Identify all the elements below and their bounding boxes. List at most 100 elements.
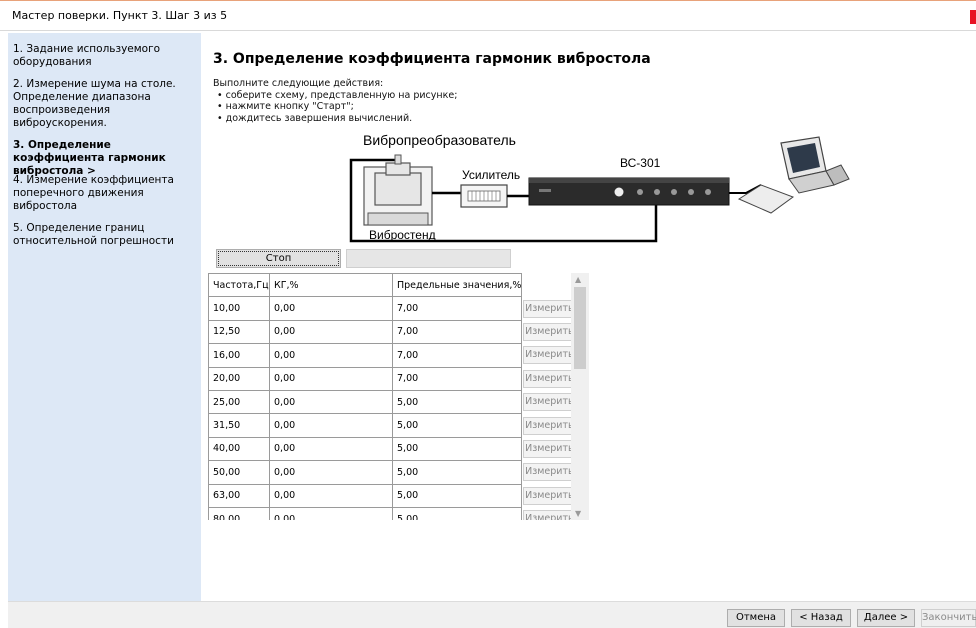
table-row: 80,00 0,00 5,00 Измерить [208,506,577,520]
cell-action: Измерить [522,461,577,484]
step-2: 2. Измерение шума на столе. Определение … [13,78,176,129]
cell-kg: 0,00 [269,343,393,368]
cell-limit: 7,00 [391,366,523,391]
page-title: 3. Определение коэффициента гармоник виб… [213,51,651,67]
footer-bar: Отмена < Назад Далее > Закончить [8,601,976,628]
cell-frequency: 50,00 [208,460,270,485]
cell-limit: 7,00 [391,296,523,321]
cell-kg: 0,00 [269,366,393,391]
cell-limit: 5,00 [391,460,523,485]
cell-kg: 0,00 [269,413,393,438]
stop-button[interactable]: Стоп [216,249,341,268]
table-row: 50,00 0,00 5,00 Измерить [208,460,577,485]
cell-action: Измерить [522,484,577,507]
vibrostand-label: Вибростенд [369,228,436,242]
cell-action: Измерить [522,297,577,320]
cell-frequency: 80,00 [208,506,270,520]
instructions: Выполните следующие действия: соберите с… [213,78,457,124]
instruction-item: дождитесь завершения вычислений. [213,113,457,125]
transducer-label: Вибропреобразователь [363,133,516,148]
measure-button[interactable]: Измерить [523,439,576,458]
cell-frequency: 20,00 [208,366,270,391]
cell-kg: 0,00 [269,296,393,321]
step-1: 1. Задание используемого оборудования [13,43,161,68]
table-row: 31,50 0,00 5,00 Измерить [208,413,577,438]
amplifier-icon [460,184,508,208]
amplifier-label: Усилитель [462,168,520,182]
header-kg: КГ,% [269,273,393,298]
device-label: ВС-301 [620,156,661,170]
main-panel: 3. Определение коэффициента гармоник виб… [201,33,976,601]
cell-action: Измерить [522,437,577,460]
step-5: 5. Определение границ относительной погр… [13,222,174,247]
cell-kg: 0,00 [269,436,393,462]
measure-button[interactable]: Измерить [523,510,576,520]
title-bar: Мастер поверки. Пункт 3. Шаг 3 из 5 [0,1,976,31]
next-button[interactable]: Далее > [857,609,915,627]
vibrostand-icon [363,154,433,226]
table-header-row: Частота,Гц КГ,% Предельные значения,% [208,273,577,298]
table-row: 10,00 0,00 7,00 Измерить [208,296,577,321]
cell-limit: 5,00 [391,506,523,520]
cell-frequency: 16,00 [208,343,270,368]
table-row: 12,50 0,00 7,00 Измерить [208,319,577,345]
table-row: 40,00 0,00 5,00 Измерить [208,436,577,462]
window-title: Мастер поверки. Пункт 3. Шаг 3 из 5 [12,9,228,22]
table-row: 25,00 0,00 5,00 Измерить [208,389,577,415]
cell-frequency: 12,50 [208,319,270,345]
cell-frequency: 10,00 [208,296,270,321]
header-limits: Предельные значения,% [391,273,523,298]
cell-frequency: 40,00 [208,436,270,462]
header-frequency: Частота,Гц [208,273,270,298]
computer-icon [737,136,850,214]
device-bc301-icon [528,177,730,206]
instructions-intro: Выполните следующие действия: [213,78,384,89]
measure-button[interactable]: Измерить [523,322,576,341]
cancel-button[interactable]: Отмена [727,609,785,627]
scroll-down-icon[interactable]: ▼ [575,509,581,518]
cell-limit: 7,00 [391,319,523,345]
cell-kg: 0,00 [269,319,393,345]
instruction-item: нажмите кнопку "Старт"; [213,101,457,113]
cell-action: Измерить [522,367,577,390]
cell-limit: 5,00 [391,413,523,438]
measure-button[interactable]: Измерить [523,346,576,365]
step-3-current: 3. Определение коэффициента гармоник виб… [13,139,166,177]
cell-limit: 5,00 [391,436,523,462]
table-row: 20,00 0,00 7,00 Измерить [208,366,577,391]
finish-button[interactable]: Закончить [921,609,976,627]
measurement-table: Частота,Гц КГ,% Предельные значения,% 10… [208,273,590,520]
header-empty [521,273,577,297]
back-button[interactable]: < Назад [791,609,851,627]
cell-action: Измерить [522,507,577,520]
step-4: 4. Измерение коэффициента поперечного дв… [13,174,174,212]
cell-limit: 5,00 [391,389,523,415]
cell-frequency: 31,50 [208,413,270,438]
table-scrollbar[interactable]: ▲ ▼ [571,273,589,520]
measure-button[interactable]: Измерить [523,369,576,388]
close-icon[interactable] [970,10,976,24]
cell-kg: 0,00 [269,483,393,508]
instructions-list: соберите схему, представленную на рисунк… [213,90,458,125]
cell-kg: 0,00 [269,460,393,485]
cell-limit: 5,00 [391,483,523,508]
scroll-up-icon[interactable]: ▲ [575,275,581,284]
cell-limit: 7,00 [391,343,523,368]
measure-button[interactable]: Измерить [523,486,576,505]
progress-bar [346,249,511,268]
instruction-item: соберите схему, представленную на рисунк… [213,90,458,102]
cell-frequency: 63,00 [208,483,270,508]
cell-action: Измерить [522,390,577,413]
cell-action: Измерить [522,414,577,437]
measure-button[interactable]: Измерить [523,299,576,318]
cell-kg: 0,00 [269,389,393,415]
measure-button[interactable]: Измерить [523,393,576,412]
measure-button[interactable]: Измерить [523,463,576,482]
table-row: 16,00 0,00 7,00 Измерить [208,343,577,368]
measure-button[interactable]: Измерить [523,416,576,435]
scroll-thumb[interactable] [574,287,586,369]
table-row: 63,00 0,00 5,00 Измерить [208,483,577,508]
cell-frequency: 25,00 [208,389,270,415]
cell-kg: 0,00 [269,506,393,520]
cell-action: Измерить [522,344,577,367]
